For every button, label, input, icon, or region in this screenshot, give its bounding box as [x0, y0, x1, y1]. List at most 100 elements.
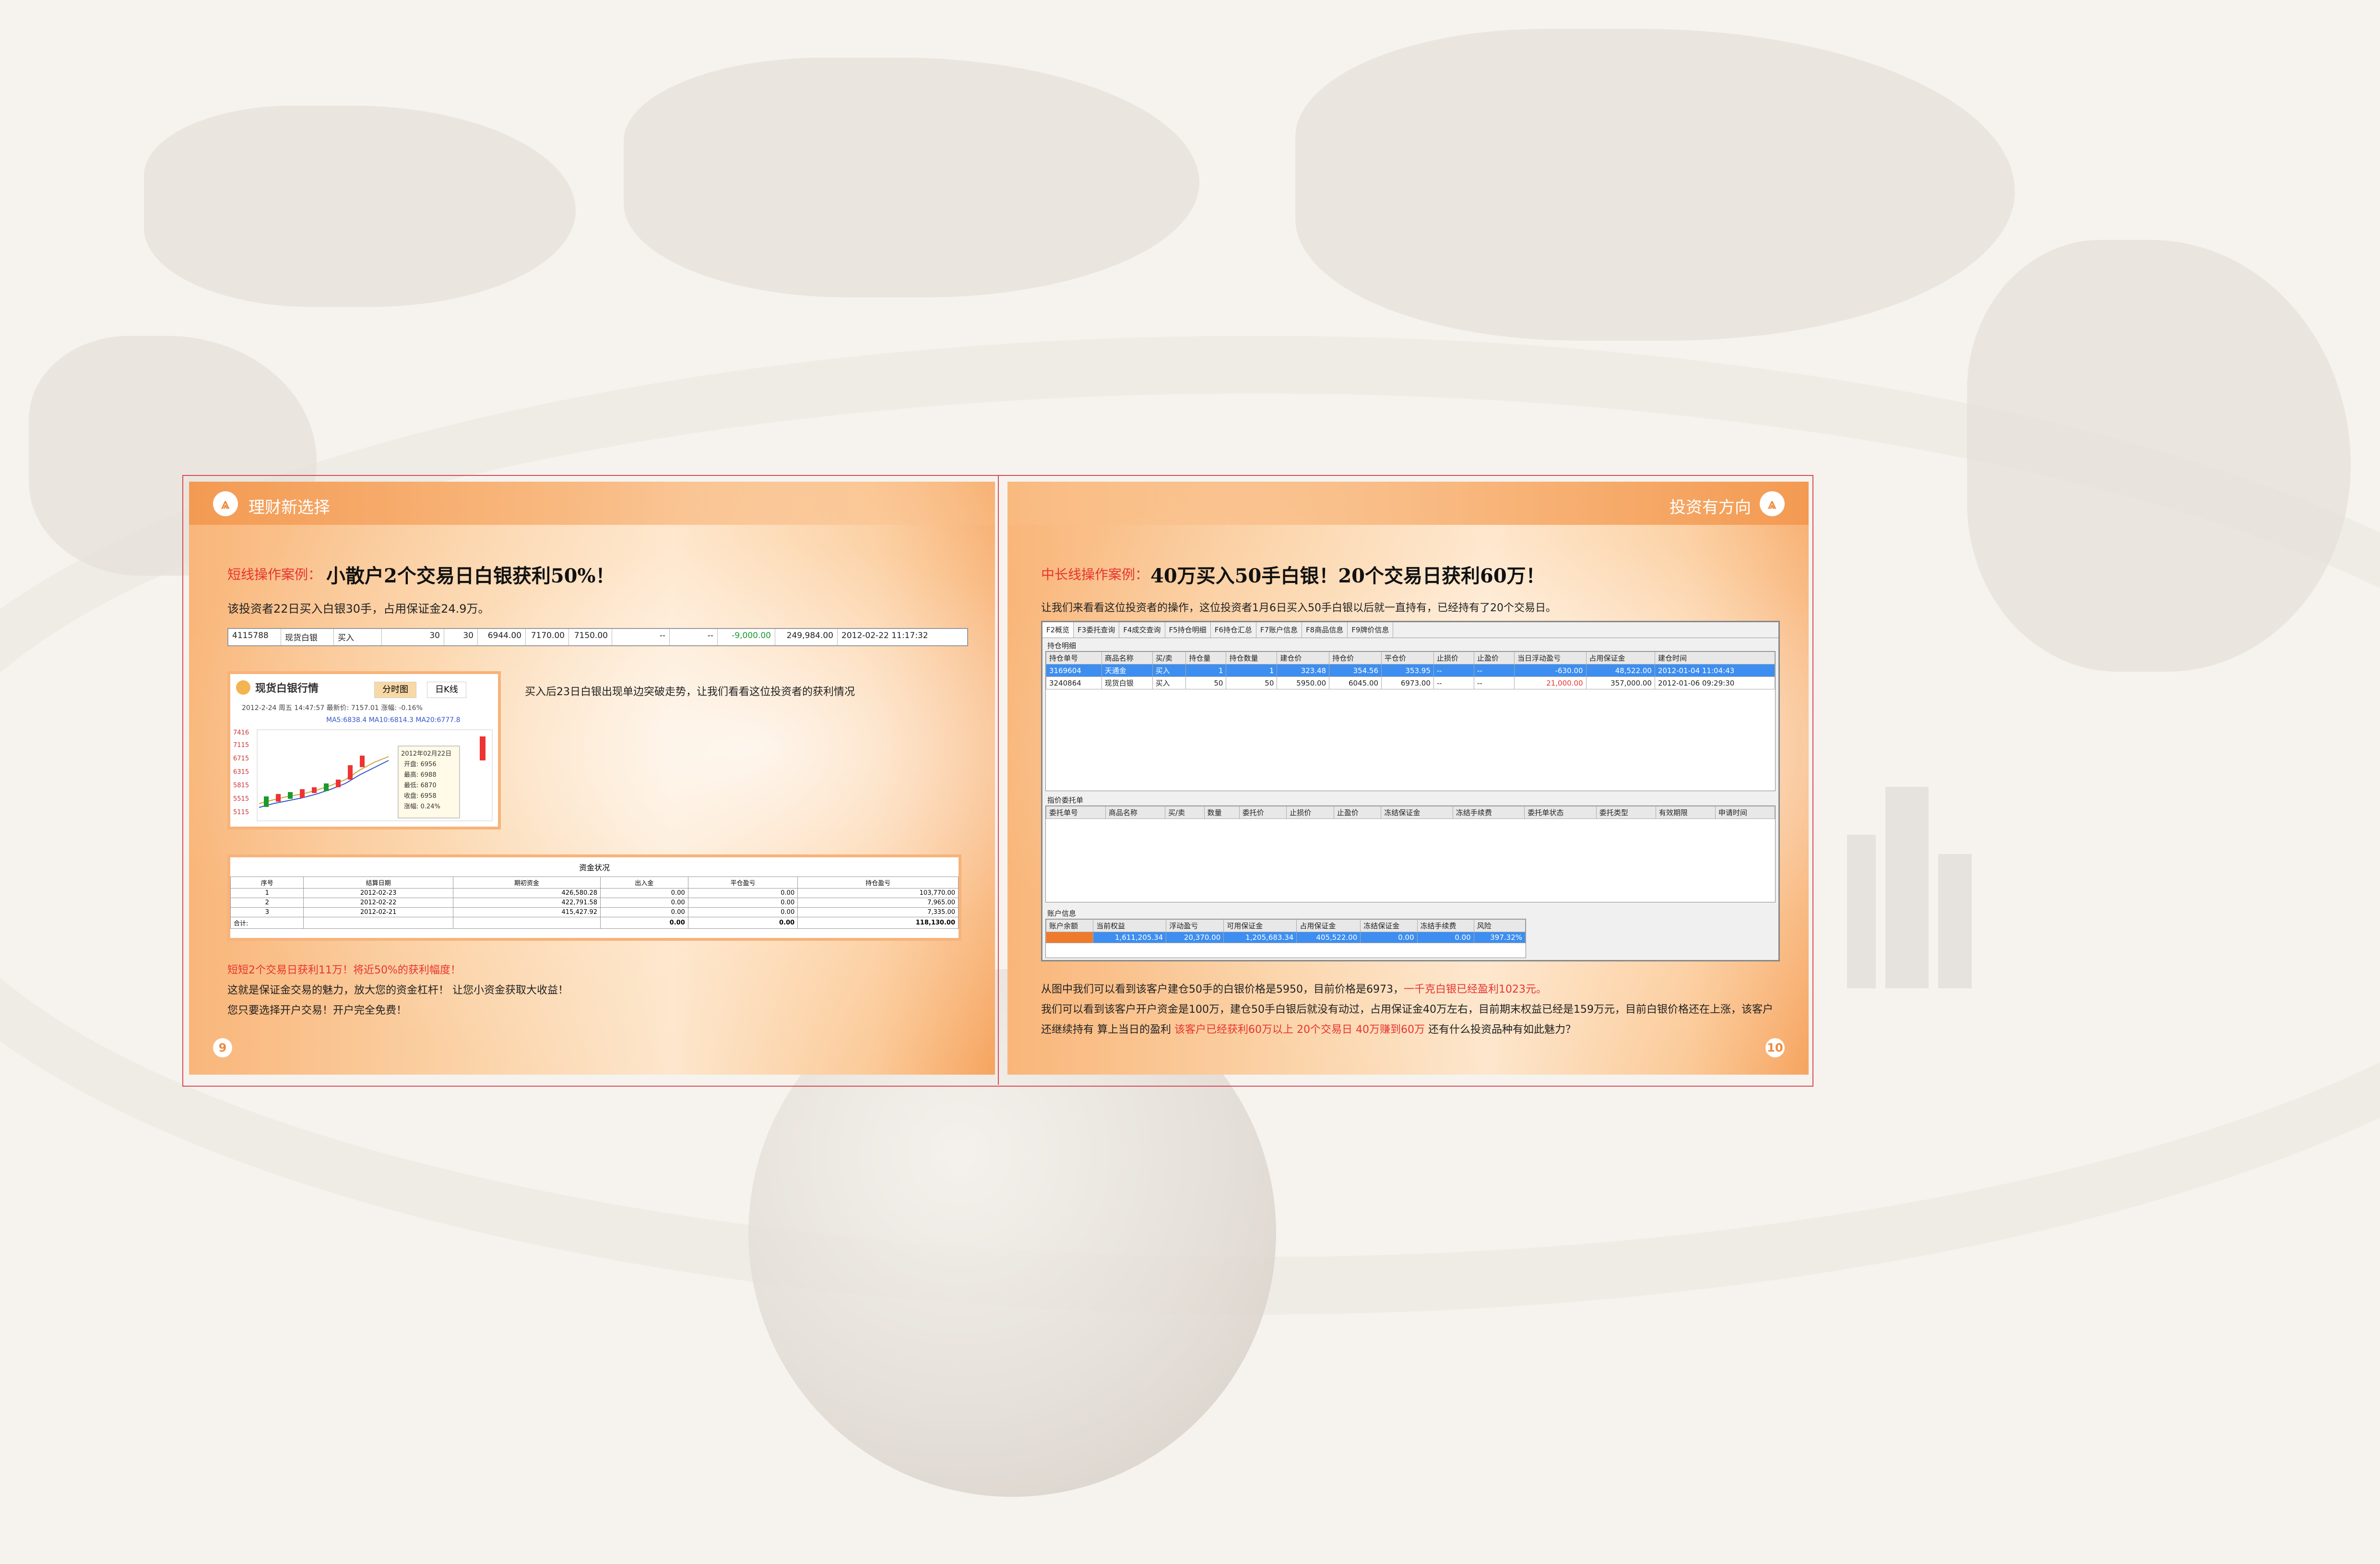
background-map-shape	[1967, 240, 2351, 672]
trade-cell: 4115788	[228, 629, 281, 645]
background-building	[1885, 787, 1929, 988]
tab-account[interactable]: F7账户信息	[1256, 622, 1302, 638]
trade-cell: 7170.00	[526, 629, 569, 645]
trade-cell: 买入	[334, 629, 382, 645]
col-header: 委托单号	[1045, 806, 1106, 819]
col-header: 平仓盈亏	[687, 877, 798, 889]
table-cell: --	[1473, 664, 1515, 677]
col-header: 占用保证金	[1296, 919, 1361, 932]
y-tick: 6715	[233, 755, 249, 762]
table-cell: 21,000.00	[1514, 676, 1587, 689]
col-header: 商品名称	[1105, 806, 1166, 819]
table-cell: 3169604	[1046, 664, 1102, 677]
y-tick: 5515	[233, 795, 249, 803]
col-header: 浮动盈亏	[1166, 919, 1224, 932]
table-cell: 3	[230, 907, 304, 917]
tab-trades[interactable]: F4成交查询	[1119, 622, 1165, 638]
y-tick: 6315	[233, 769, 249, 776]
table-header-row: 序号 结算日期 期初资金 出入金 平仓盈亏 持仓盈亏	[230, 877, 959, 889]
table-cell	[452, 917, 601, 929]
table-cell: 426,580.28	[452, 888, 601, 898]
right-header-title: 投资有方向	[1670, 498, 1751, 517]
table-cell: 2012-01-06 09:29:30	[1654, 676, 1776, 689]
account-label: 账户信息	[1047, 909, 1077, 918]
table-cell: 7,335.00	[797, 907, 959, 917]
table-cell: 买入	[1152, 676, 1186, 689]
trade-record-row: 4115788 现货白银 买入 30 30 6944.00 7170.00 71…	[227, 628, 968, 646]
intro-text: 让我们来看看这位投资者的操作，这位投资者1月6日买入50手白银以后就一直持有，已…	[1041, 602, 1556, 614]
table-cell: 405,522.00	[1296, 932, 1361, 943]
y-tick: 5815	[233, 782, 249, 789]
col-header: 当日浮动盈亏	[1514, 652, 1587, 664]
col-header: 持仓盈亏	[797, 877, 959, 889]
candle	[360, 756, 365, 767]
tab-orders[interactable]: F3委托查询	[1074, 622, 1120, 638]
positions-label: 持仓明细	[1047, 641, 1077, 650]
table-cell	[1045, 932, 1094, 943]
mountain-logo-icon: ⩓	[213, 491, 238, 516]
table-row[interactable]: 3169604 天通金 买入 1 1 323.48 354.56 353.95 …	[1046, 664, 1776, 677]
table-header-row: 账户余额 当前权益 浮动盈亏 可用保证金 占用保证金 冻结保证金 冻结手续费 风…	[1045, 919, 1526, 932]
tab-position-summary[interactable]: F6持仓汇总	[1211, 622, 1256, 638]
trade-cell: -9,000.00	[718, 629, 775, 645]
table-row[interactable]: 3240864 现货白银 买入 50 50 5950.00 6045.00 69…	[1046, 676, 1776, 689]
table-total-row: 合计: 0.00 0.00 118,130.00	[230, 917, 959, 929]
tab-products[interactable]: F8商品信息	[1302, 622, 1348, 638]
table-cell: 2012-02-22	[303, 898, 453, 908]
table-cell: 1	[230, 888, 304, 898]
candle	[348, 765, 353, 780]
table-cell: 1,611,205.34	[1093, 932, 1167, 943]
table-cell: 118,130.00	[797, 917, 959, 929]
tab-quotes[interactable]: F9牌价信息	[1348, 622, 1394, 638]
tooltip-line: 最高: 6988	[404, 771, 437, 779]
brochure-spread: ⩓ 理财新选择 短线操作案例： 小散户2个交易日白银获利50%！ 该投资者22日…	[182, 475, 1813, 1087]
paragraph-1-text: 从图中我们可以看到该客户建仓50手的白银价格是5950，目前价格是6973，	[1041, 983, 1404, 995]
table-cell: 5950.00	[1277, 676, 1330, 689]
table-cell: 0.00	[600, 898, 688, 908]
trade-cell: 30	[444, 629, 478, 645]
table-cell: 415,427.92	[452, 907, 601, 917]
case-label: 短线操作案例：	[227, 567, 322, 582]
col-header: 冻结保证金	[1360, 919, 1418, 932]
table-cell: 1	[1185, 664, 1227, 677]
case-label: 中长线操作案例：	[1041, 567, 1149, 582]
table-cell: 2012-02-23	[303, 888, 453, 898]
table-cell: 0.00	[687, 898, 798, 908]
case-title: 小散户2个交易日白银获利50%！	[326, 565, 615, 587]
kline-chart: 7416 7115 6715 6315 5815 5515 5115 2012年…	[233, 729, 493, 821]
y-tick: 5115	[233, 809, 249, 816]
col-header: 买/卖	[1152, 652, 1186, 664]
table-cell: 353.95	[1381, 664, 1434, 677]
col-header: 委托价	[1239, 806, 1287, 819]
trade-cell: 7150.00	[569, 629, 612, 645]
spread-fold	[998, 475, 999, 1085]
col-header: 可用保证金	[1223, 919, 1297, 932]
table-cell: --	[1473, 676, 1515, 689]
col-header: 持仓数量	[1226, 652, 1278, 664]
silver-quote-chart: 现货白银行情 分时图 日K线 2012-2-24 周五 14:47:57 最新价…	[227, 671, 501, 829]
right-header: 投资有方向 ⩓	[1007, 482, 1809, 525]
account-panel: 账户余额 当前权益 浮动盈亏 可用保证金 占用保证金 冻结保证金 冻结手续费 风…	[1045, 919, 1526, 958]
candle	[276, 794, 281, 802]
footer-line-1: 这就是保证金交易的魅力，放大您的资金杠杆！ 让您小资金获取大收益！	[227, 984, 568, 996]
software-tab-bar: F2概览 F3委托查询 F4成交查询 F5持仓明细 F6持仓汇总 F7账户信息 …	[1042, 622, 1778, 638]
table-cell: 买入	[1152, 664, 1186, 677]
tab-overview[interactable]: F2概览	[1042, 622, 1074, 638]
table-row: 1,611,205.34 20,370.00 1,205,683.34 405,…	[1045, 932, 1526, 943]
fund-table-title: 资金状况	[579, 863, 610, 872]
col-header: 止盈价	[1333, 806, 1382, 819]
table-cell: 现货白银	[1101, 676, 1153, 689]
orders-panel: 委托单号 商品名称 买/卖 数量 委托价 止损价 止盈价 冻结保证金 冻结手续费…	[1045, 806, 1776, 902]
table-cell: 0.00	[600, 888, 688, 898]
candle	[288, 792, 293, 799]
table-cell: 48,522.00	[1586, 664, 1655, 677]
tooltip-line: 涨幅: 0.24%	[404, 803, 440, 810]
col-header: 止损价	[1286, 806, 1334, 819]
left-header: ⩓ 理财新选择	[189, 482, 995, 525]
trade-cell: --	[670, 629, 718, 645]
col-header: 冻结手续费	[1452, 806, 1525, 819]
table-cell: 323.48	[1277, 664, 1330, 677]
tab-position-detail[interactable]: F5持仓明细	[1165, 622, 1211, 638]
col-header: 建仓价	[1277, 652, 1330, 664]
table-cell: 3240864	[1046, 676, 1102, 689]
